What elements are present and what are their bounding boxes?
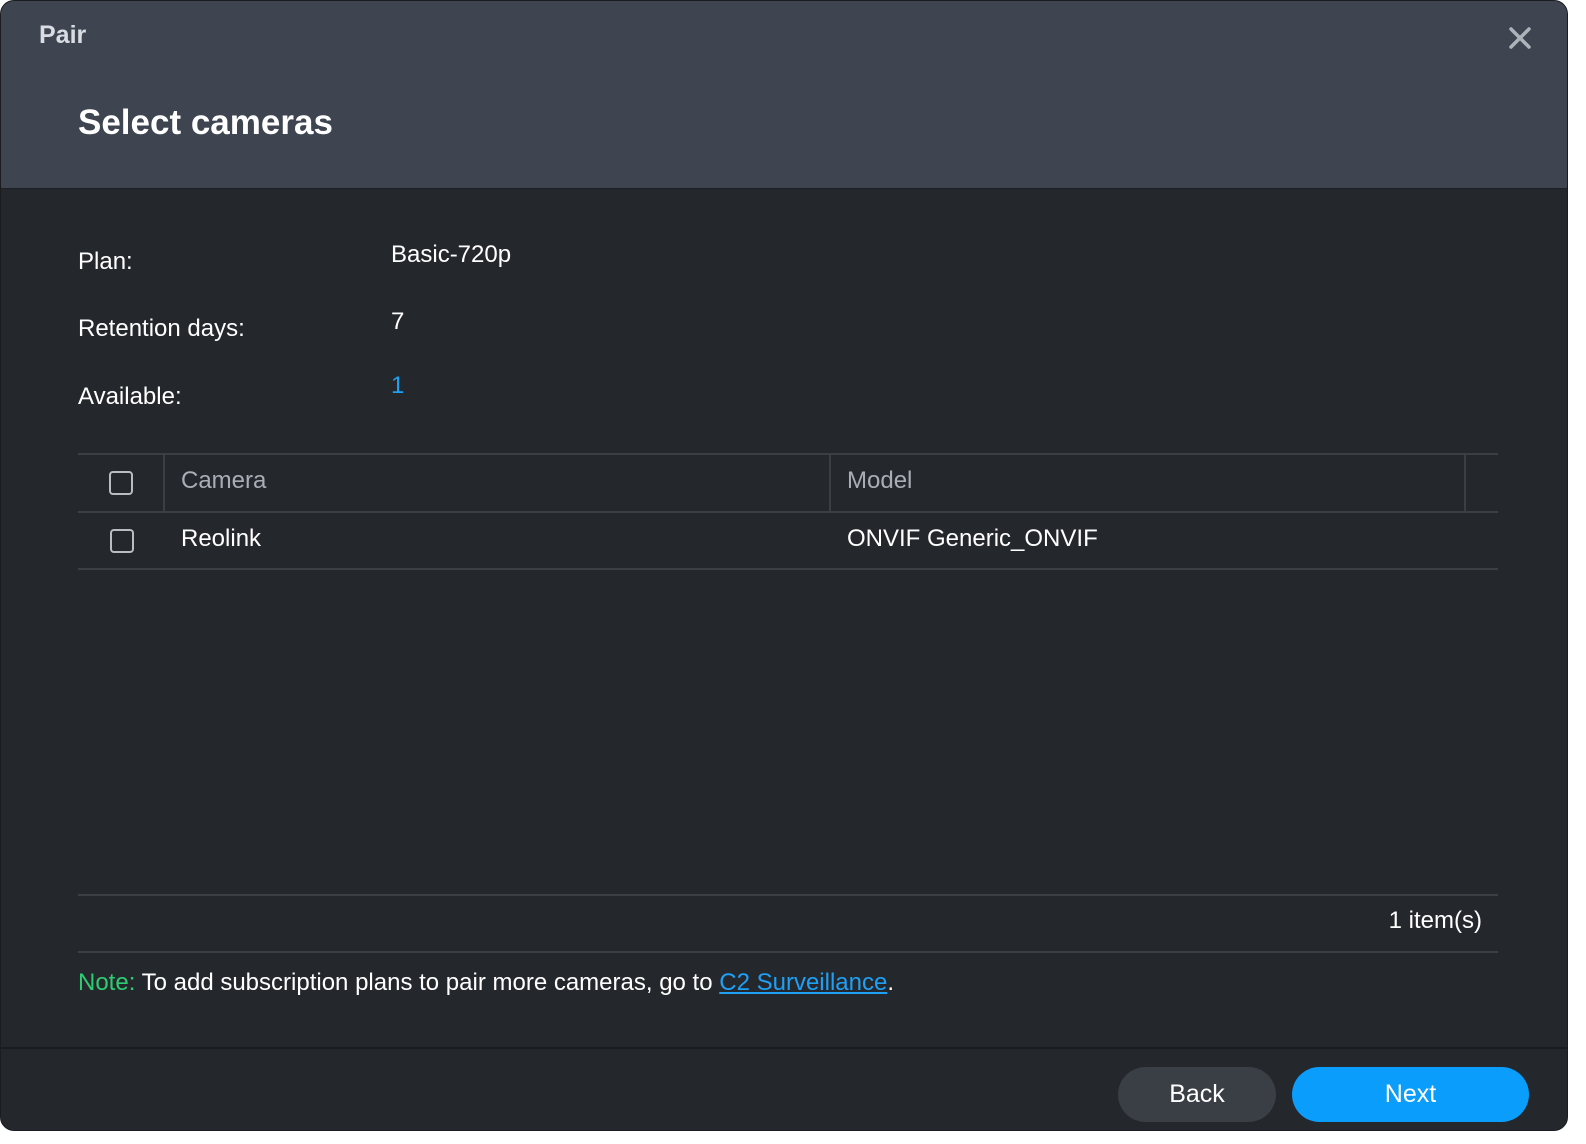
column-header-model[interactable]: Model [847,467,912,495]
item-count: 1 item(s) [1388,907,1482,934]
pair-dialog: Pair Select cameras Plan: Basic-720p Ret… [0,0,1568,1131]
available-label: Available: [78,383,182,410]
plan-value: Basic-720p [391,241,512,268]
note-label: Note: [78,969,136,996]
retention-days-label: Retention days: [78,315,245,342]
row-divider [78,568,1498,570]
table-top-border [78,453,1498,455]
select-all-checkbox[interactable] [109,471,133,495]
camera-name: Reolink [181,525,262,552]
page-title: Select cameras [78,103,333,142]
plan-label: Plan: [78,248,133,275]
column-divider [1464,455,1466,511]
camera-table: Camera Model Reolink ONVIF Generic_ONVIF… [78,453,1498,953]
camera-model: ONVIF Generic_ONVIF [847,525,1098,552]
available-value: 1 [391,372,405,399]
note-body: To add subscription plans to pair more c… [135,969,720,996]
note-suffix: . [887,969,895,996]
column-divider [163,455,165,511]
note-text: Note: To add subscription plans to pair … [78,969,894,997]
window-title: Pair [39,21,87,49]
column-header-camera[interactable]: Camera [181,467,266,495]
footer-divider [1,1047,1567,1049]
column-divider [829,455,831,511]
back-button[interactable]: Back [1118,1067,1276,1122]
next-button[interactable]: Next [1292,1067,1529,1122]
dialog-header: Pair Select cameras [1,1,1567,189]
close-button[interactable] [1505,23,1535,53]
header-divider [78,511,1498,513]
close-icon [1509,27,1531,49]
row-checkbox[interactable] [110,529,134,553]
c2-surveillance-link[interactable]: C2 Surveillance [719,969,887,996]
table-bottom-border [78,951,1498,953]
retention-days-value: 7 [391,308,405,335]
table-footer-divider [78,894,1498,896]
